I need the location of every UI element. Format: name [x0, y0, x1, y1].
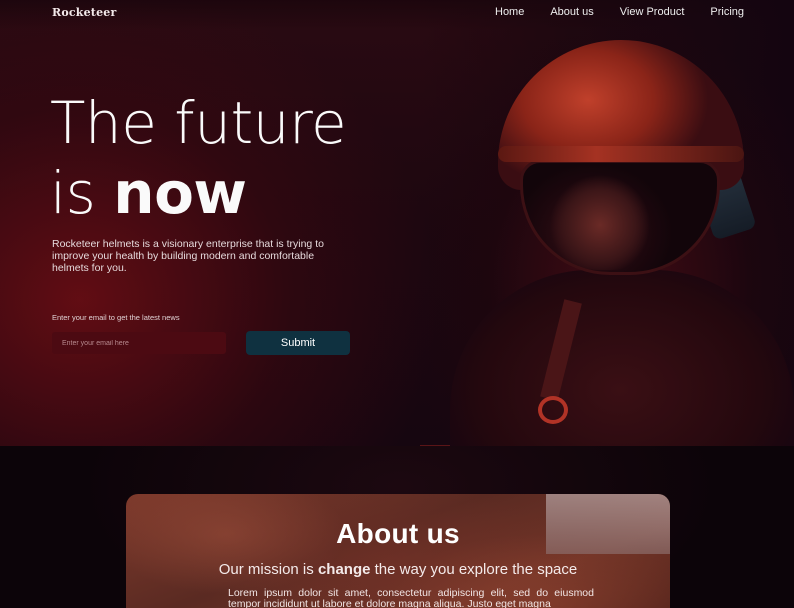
- nav-home[interactable]: Home: [495, 6, 524, 18]
- email-field[interactable]: [52, 332, 226, 354]
- headline-emphasis: now: [113, 159, 247, 227]
- headline-line-2: is now: [50, 158, 346, 228]
- mission-statement: Our mission is change the way you explor…: [126, 561, 670, 578]
- headline-line-1: The future: [50, 89, 347, 157]
- submit-button[interactable]: Submit: [246, 331, 350, 355]
- hero-headline: The future is now: [50, 88, 347, 228]
- about-title: About us: [336, 518, 460, 549]
- helmet-rim: [498, 146, 744, 162]
- about-body-text: Lorem ipsum dolor sit amet, consectetur …: [228, 587, 594, 608]
- brand-logo[interactable]: Rocketeer: [52, 6, 116, 19]
- email-label: Enter your email to get the latest news: [52, 313, 180, 322]
- mission-emphasis: change: [317, 561, 371, 578]
- astronaut-face: [545, 170, 665, 270]
- headline-line-2-prefix: is: [50, 159, 114, 227]
- main-nav: Home About us View Product Pricing: [495, 6, 744, 18]
- hero-lead-text: Rocketeer helmets is a visionary enterpr…: [52, 238, 324, 274]
- nav-view-product[interactable]: View Product: [620, 6, 685, 18]
- mission-suffix: the way you explore the space: [370, 561, 578, 578]
- nav-pricing[interactable]: Pricing: [710, 6, 744, 18]
- suit-ring: [538, 396, 568, 424]
- about-section: About us Our mission is change the way y…: [126, 494, 670, 608]
- nav-about-us[interactable]: About us: [550, 6, 593, 18]
- mission-prefix: Our mission is: [218, 561, 318, 578]
